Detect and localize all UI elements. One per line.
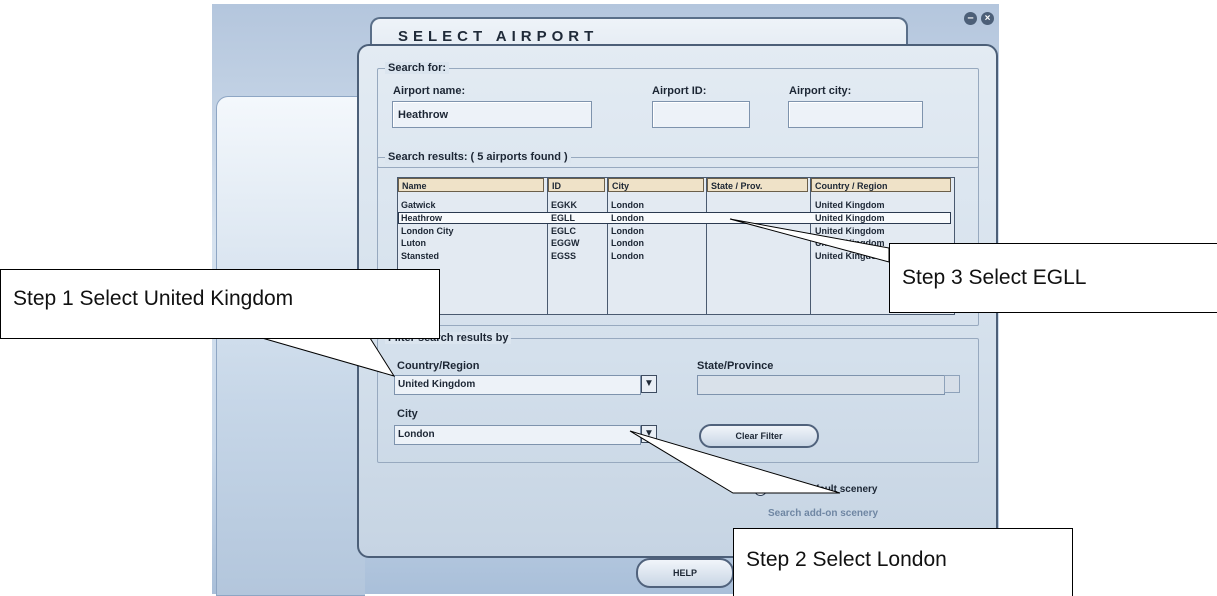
step3-leader (729, 218, 890, 263)
callout-step3: Step 3 Select EGLL (889, 243, 1217, 313)
callout-step2: Step 2 Select London (733, 528, 1073, 596)
step2-leader (629, 430, 841, 494)
step1-leader (261, 337, 396, 377)
callout-step1: Step 1 Select United Kingdom (0, 269, 440, 339)
